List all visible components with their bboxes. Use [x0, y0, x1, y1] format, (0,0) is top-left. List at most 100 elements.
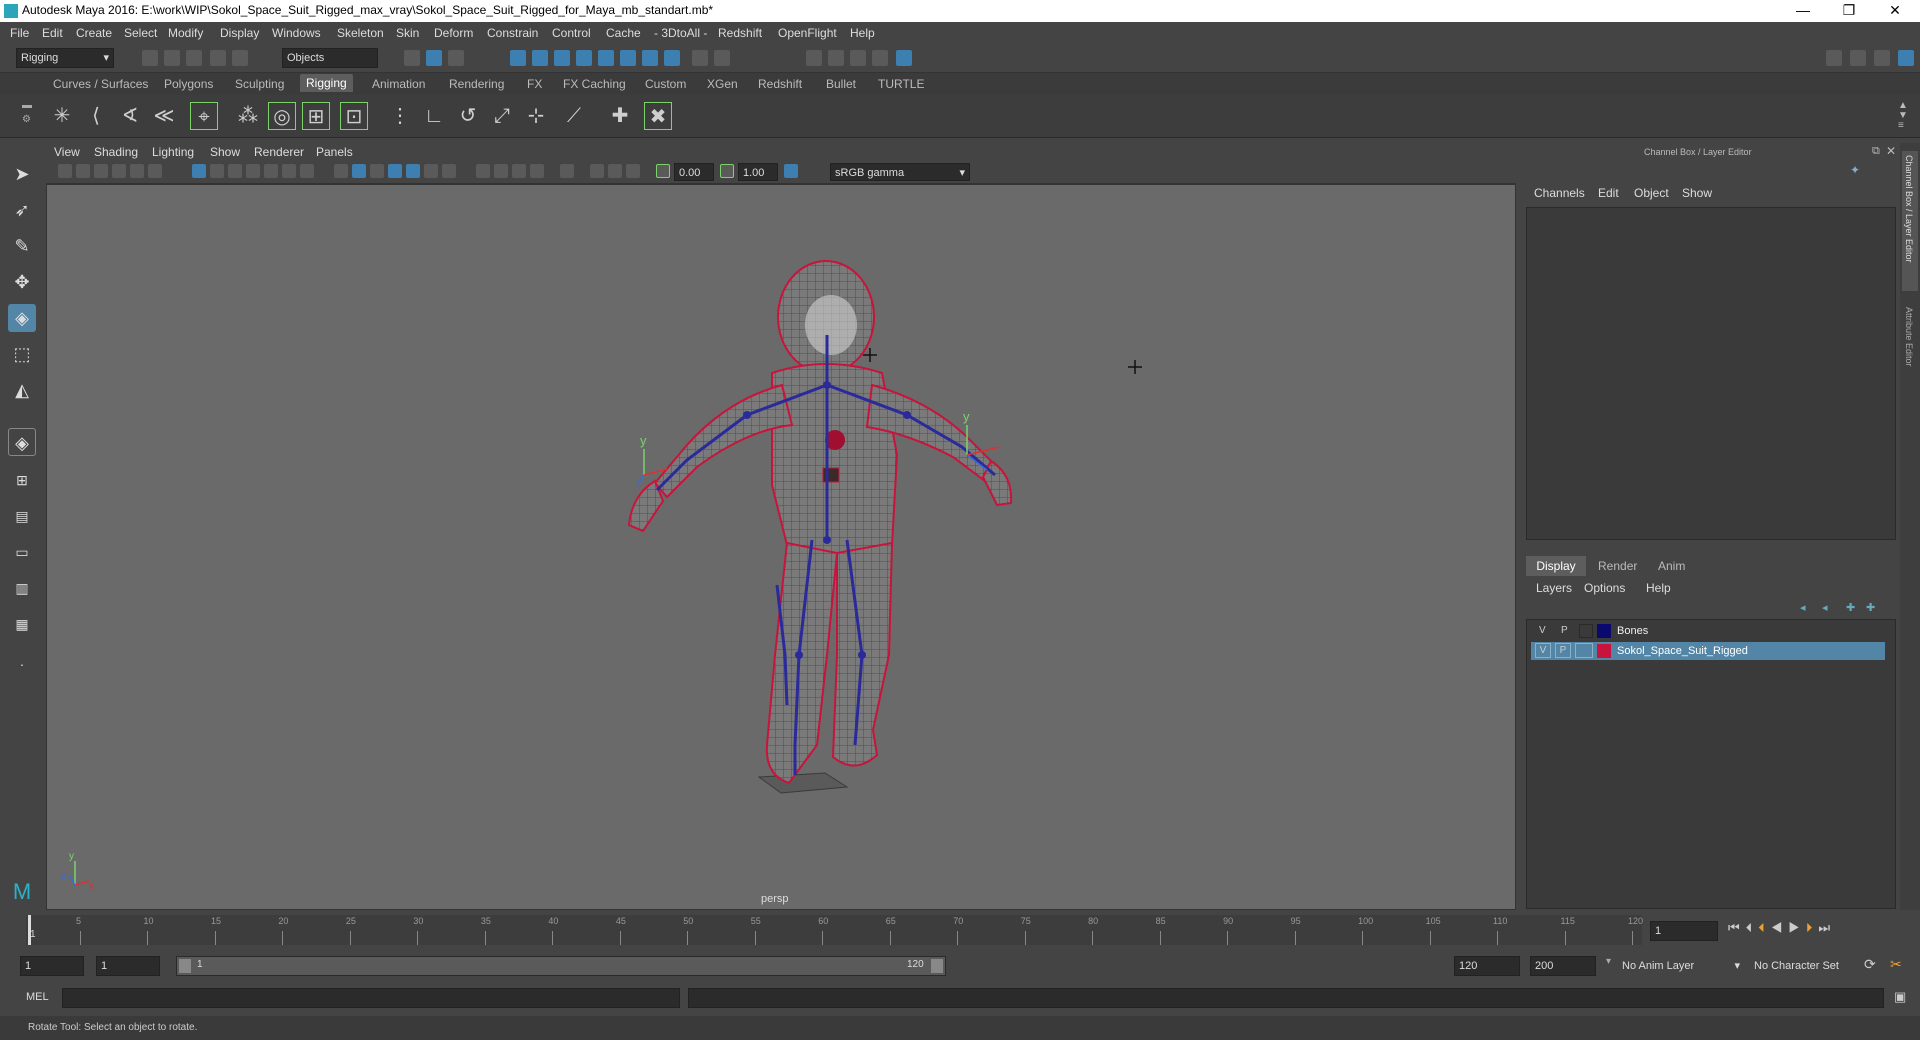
shadows-icon[interactable] — [442, 164, 456, 178]
menu-display[interactable]: Display — [220, 26, 259, 40]
vp-menu-show[interactable]: Show — [210, 145, 240, 159]
vp-menu-lighting[interactable]: Lighting — [152, 145, 194, 159]
render-view-icon[interactable] — [896, 50, 912, 66]
field-chart-icon[interactable] — [264, 164, 278, 178]
last-tool-icon[interactable]: ◭ — [8, 376, 36, 404]
create-joints-icon[interactable]: ✳ — [48, 102, 76, 130]
layer-menu-layers[interactable]: Layers — [1536, 581, 1572, 595]
view-transform-dropdown[interactable]: sRGB gamma ▾ — [830, 163, 970, 181]
redo-icon[interactable] — [232, 50, 248, 66]
locator-icon[interactable]: ⌖ — [190, 102, 218, 130]
menu-select[interactable]: Select — [124, 26, 157, 40]
cb-menu-channels[interactable]: Channels — [1534, 186, 1585, 200]
orient-constraint-icon[interactable]: ↺ — [454, 102, 482, 130]
wrap-icon[interactable]: ⊡ — [340, 102, 368, 130]
tab-xgen[interactable]: XGen — [707, 77, 738, 91]
select-by-hierarchy-icon[interactable] — [404, 50, 420, 66]
hypershade-layout-icon[interactable]: ▥ — [8, 574, 36, 602]
new-empty-layer-icon[interactable]: ✚ — [1846, 601, 1855, 614]
2d-pan-zoom-icon[interactable] — [130, 164, 144, 178]
minimize-button[interactable]: — — [1780, 0, 1826, 22]
cluster-icon[interactable]: ⁂ — [234, 102, 262, 130]
layer-name[interactable]: Sokol_Space_Suit_Rigged — [1617, 645, 1748, 657]
tab-custom[interactable]: Custom — [645, 77, 686, 91]
menu-cache[interactable]: Cache — [606, 26, 641, 40]
wireframe-icon[interactable] — [334, 164, 348, 178]
xray-components-icon[interactable] — [608, 164, 622, 178]
menu-edit[interactable]: Edit — [42, 26, 63, 40]
snap-curve-icon[interactable] — [532, 50, 548, 66]
save-scene-icon[interactable] — [186, 50, 202, 66]
menu-skin[interactable]: Skin — [396, 26, 419, 40]
float-panel-icon[interactable]: ⧉ — [1872, 145, 1880, 158]
menu-control[interactable]: Control — [552, 26, 591, 40]
motion-blur-icon[interactable] — [494, 164, 508, 178]
persp-outliner-layout-icon[interactable]: ▤ — [8, 502, 36, 530]
layer-menu-options[interactable]: Options — [1584, 581, 1625, 595]
menu-3dtoall[interactable]: - 3DtoAll - — [654, 26, 707, 40]
depth-of-field-icon[interactable] — [530, 164, 544, 178]
range-start-handle[interactable] — [179, 959, 191, 973]
select-by-object-icon[interactable] — [426, 50, 442, 66]
ik-handle-icon[interactable]: ∢ — [116, 102, 144, 130]
tab-display-layers[interactable]: Display — [1526, 556, 1586, 576]
modeling-toolkit-icon[interactable] — [1826, 50, 1842, 66]
point-constraint-icon[interactable]: ⋮ — [386, 102, 414, 130]
go-to-start-icon[interactable]: ⏮ — [1728, 920, 1746, 935]
exposure-field[interactable]: 0.00 — [674, 163, 714, 181]
safe-title-icon[interactable] — [300, 164, 314, 178]
film-gate-icon[interactable] — [210, 164, 224, 178]
menu-help[interactable]: Help — [850, 26, 875, 40]
manipulator-icon[interactable]: ✦ — [1850, 163, 1860, 177]
vp-menu-shading[interactable]: Shading — [94, 145, 138, 159]
shelf-options-icon[interactable]: ▬ ⚙ — [22, 99, 32, 127]
undo-icon[interactable] — [210, 50, 226, 66]
render-current-frame-icon[interactable] — [806, 50, 822, 66]
close-panel-icon[interactable]: ✕ — [1886, 144, 1896, 158]
snap-view-icon[interactable] — [598, 50, 614, 66]
camera-select-icon[interactable] — [58, 164, 72, 178]
shelf-scroll-arrows-icon[interactable]: ▲ ▼ ≡ — [1898, 101, 1908, 131]
playback-start-field[interactable]: 1 — [96, 956, 160, 976]
smooth-shade-icon[interactable] — [352, 164, 366, 178]
character-set-dropdown[interactable]: No Character Set — [1754, 956, 1874, 976]
time-slider[interactable]: 1 5 10 15 20 25 30 35 40 45 50 55 60 65 70 75 80 85 90 95 1… — [26, 915, 1643, 945]
bookmark-icon[interactable] — [94, 164, 108, 178]
exposure-icon[interactable] — [656, 164, 670, 178]
outliner-layout-icon[interactable]: ▦ — [8, 610, 36, 638]
perspective-viewport[interactable]: y y y x z persp — [46, 184, 1516, 910]
move-layer-up-icon[interactable]: ◂ — [1800, 601, 1806, 614]
default-material-icon[interactable] — [370, 164, 384, 178]
chevron-down-icon[interactable]: ▾ — [1606, 956, 1611, 967]
anti-aliasing-icon[interactable] — [512, 164, 526, 178]
script-editor-icon[interactable]: ▣ — [1894, 989, 1906, 1005]
close-button[interactable]: ✕ — [1872, 0, 1918, 22]
menu-openflight[interactable]: OpenFlight — [778, 26, 837, 40]
layer-playback-toggle[interactable]: P — [1561, 625, 1568, 636]
command-input[interactable] — [62, 988, 680, 1008]
gamma-field[interactable]: 1.00 — [738, 163, 778, 181]
ipr-render-icon[interactable] — [828, 50, 844, 66]
select-tool-icon[interactable]: ➤ — [8, 160, 36, 188]
aim-constraint-icon[interactable]: ∟ — [420, 102, 448, 130]
layer-color-swatch[interactable] — [1597, 644, 1611, 658]
gate-mask-icon[interactable] — [246, 164, 260, 178]
lock-icon[interactable] — [692, 50, 708, 66]
channel-list[interactable] — [1526, 207, 1896, 540]
go-to-end-icon[interactable]: ⏭ — [1818, 920, 1836, 935]
bind-skin-icon[interactable]: ◎ — [268, 102, 296, 130]
animation-end-field[interactable]: 200 — [1530, 956, 1596, 976]
tool-settings-icon[interactable] — [1874, 50, 1890, 66]
auto-key-icon[interactable]: ⟳ — [1864, 956, 1876, 973]
tab-bullet[interactable]: Bullet — [826, 77, 856, 91]
lasso-tool-icon[interactable]: ➶ — [8, 196, 36, 224]
grid-icon[interactable] — [192, 164, 206, 178]
parent-constraint-icon[interactable]: ⊹ — [522, 102, 550, 130]
safe-action-icon[interactable] — [282, 164, 296, 178]
menu-deform[interactable]: Deform — [434, 26, 473, 40]
step-forward-frame-icon[interactable]: ⏵ — [1806, 920, 1819, 935]
tab-fx[interactable]: FX — [527, 77, 542, 91]
image-plane-icon[interactable] — [112, 164, 126, 178]
pole-vector-icon[interactable]: ⟋ — [560, 102, 588, 130]
single-perspective-view-icon[interactable]: ◈ — [8, 428, 36, 456]
